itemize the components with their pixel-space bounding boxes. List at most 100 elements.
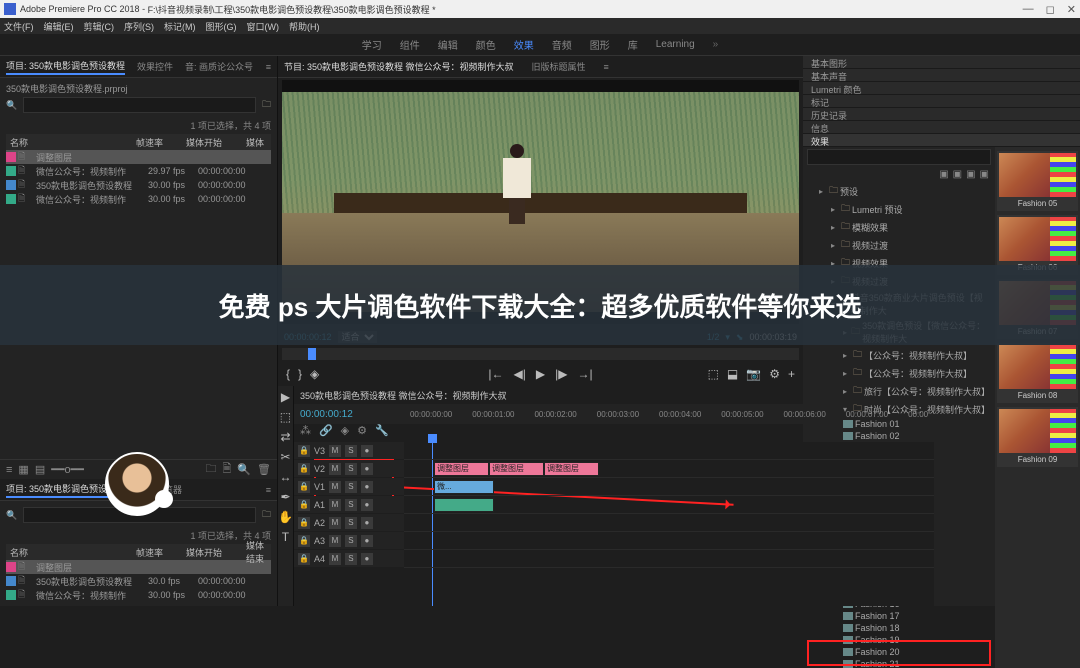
timeline-clip[interactable]: 调整图层 [544,462,599,476]
close-button[interactable]: ✕ [1067,3,1076,16]
marker-icon[interactable]: ◈ [310,367,319,381]
minimize-button[interactable]: — [1023,3,1034,16]
timeline-track[interactable]: 🔒A3MS● [404,532,934,550]
step-back-icon[interactable]: ◀| [514,367,526,381]
column-header[interactable]: 帧速率 [136,136,186,149]
panel-tab[interactable]: 音: 画质论公众号 [185,60,253,73]
workspace-tab[interactable]: 组件 [400,37,420,52]
type-tool-icon[interactable]: T [282,530,289,544]
effect-preset[interactable]: Fashion 17 [807,610,991,622]
column-header[interactable]: 媒体开始 [186,136,246,149]
workspace-tab[interactable]: 音频 [552,37,572,52]
effects-search-input[interactable] [807,149,991,165]
timeline-ruler[interactable]: 00:00:00:0000:00:01:0000:00:02:0000:00:0… [410,410,928,419]
column-header[interactable]: 帧速率 [136,546,186,559]
timeline-track[interactable]: 🔒V2MS●调整图层调整图层调整图层 [404,460,934,478]
timeline-clip[interactable] [434,498,494,512]
column-header[interactable]: 名称 [6,136,136,149]
snap-icon[interactable]: ⁂ [300,424,311,442]
ripple-tool-icon[interactable]: ⇄ [280,430,290,444]
go-to-out-icon[interactable]: →| [577,367,592,381]
panel-menu-icon[interactable]: ≡ [604,62,609,72]
hand-tool-icon[interactable]: ✋ [278,510,293,524]
side-tab[interactable]: 信息 [803,121,1080,134]
workspace-tab[interactable]: Learning [656,39,695,50]
menu-item[interactable]: 序列(S) [124,20,154,33]
search-icon[interactable]: 🔍 [6,510,17,521]
list-view-icon[interactable]: ≡ [6,464,12,476]
panel-tab[interactable]: 项目: 350款电影调色预设教程 [6,59,125,75]
tree-folder[interactable]: ▸🗀模糊效果 [807,218,991,236]
menu-item[interactable]: 标记(M) [164,20,196,33]
side-tab[interactable]: 基本图形 [803,56,1080,69]
column-header[interactable]: 媒体开始 [186,546,246,559]
side-tab[interactable]: 基本声音 [803,69,1080,82]
mark-in-icon[interactable]: { [286,367,290,381]
side-tab[interactable]: 标记 [803,95,1080,108]
side-tab[interactable]: 历史记录 [803,108,1080,121]
project-search-input[interactable] [23,97,256,113]
table-row[interactable]: 🗎350款电影调色预设教程30.00 fps00:00:00:00 [6,178,271,192]
step-fwd-icon[interactable]: |▶ [555,367,567,381]
column-header[interactable]: 媒体 [246,136,271,149]
timeline-track[interactable]: 🔒A4MS● [404,550,934,568]
menu-item[interactable]: 帮助(H) [289,20,320,33]
panel-menu-icon[interactable]: ≡ [266,62,271,72]
more-workspaces-icon[interactable]: » [713,39,719,50]
find-icon[interactable]: 🔍 [237,463,251,476]
side-tab[interactable]: Lumetri 颜色 [803,82,1080,95]
export-frame-icon[interactable]: 📷 [746,367,761,381]
selection-tool-icon[interactable]: ▶ [281,390,290,404]
preset-thumb[interactable]: Fashion 05 [997,151,1078,211]
menu-item[interactable]: 窗口(W) [247,20,280,33]
new-item-icon[interactable]: 🗎 [222,460,231,479]
slip-tool-icon[interactable]: ↔ [279,470,291,484]
table-row[interactable]: 🗎调整图层 [6,560,271,574]
fx-badge-icon[interactable]: ▣ [966,169,975,180]
tree-folder[interactable]: ▸🗀Lumetri 预设 [807,200,991,218]
workspace-tab[interactable]: 学习 [362,37,382,52]
maximize-button[interactable]: ◻ [1046,3,1055,16]
workspace-tab[interactable]: 颜色 [476,37,496,52]
bin-icon[interactable]: 🗀 [262,97,271,113]
tree-folder[interactable]: ▸🗀【公众号：视频制作大叔】 [807,364,991,382]
table-row[interactable]: 🗎微信公众号：视频制作29.97 fps00:00:00:00 [6,164,271,178]
effect-preset[interactable]: Fashion 02 [807,430,991,442]
mark-out-icon[interactable]: } [298,367,302,381]
tree-folder[interactable]: ▸🗀预设 [807,182,991,200]
timeline-timecode[interactable]: 00:00:00:12 [300,409,410,420]
tree-folder[interactable]: ▸🗀【公众号：视频制作大叔】 [807,346,991,364]
marker-icon[interactable]: ◈ [341,424,349,442]
settings-icon[interactable]: ⚙ [769,367,780,381]
workspace-tab[interactable]: 库 [628,37,638,52]
table-row[interactable]: 🗎微信公众号：视频制作30.00 fps00:00:00:00 [6,192,271,206]
freeform-view-icon[interactable]: ▤ [35,463,45,476]
timeline-track[interactable]: 🔒A2MS● [404,514,934,532]
fx-badge-icon[interactable]: ▣ [980,169,989,180]
column-header[interactable]: 媒体结束 [246,539,271,565]
preset-thumb[interactable]: Fashion 08 [997,343,1078,403]
program-scrubber[interactable] [282,348,799,360]
timeline-track[interactable]: 🔒V1MS●微... [404,478,934,496]
timeline-clip[interactable]: 调整图层 [434,462,489,476]
timeline-clip[interactable]: 微... [434,480,494,494]
delete-icon[interactable]: 🗑 [257,463,271,476]
new-bin-icon[interactable]: 🗀 [205,460,216,479]
table-row[interactable]: 🗎调整图层 [6,150,271,164]
add-button-icon[interactable]: + [788,367,795,381]
menu-item[interactable]: 编辑(E) [44,20,74,33]
bin-icon[interactable]: 🗀 [262,507,271,523]
workspace-tab[interactable]: 效果 [514,37,534,52]
side-tab[interactable]: 效果 [803,134,1080,147]
fx-badge-icon[interactable]: ▣ [939,169,948,180]
lift-icon[interactable]: ⬚ [708,367,719,381]
pen-tool-icon[interactable]: ✒ [280,490,290,504]
panel-tab[interactable]: 节目: 350款电影调色预设教程 微信公众号：视频制作大叔 [284,60,514,73]
track-select-tool-icon[interactable]: ⬚ [280,410,291,424]
timeline-track[interactable]: 🔒A1MS● [404,496,934,514]
menu-item[interactable]: 图形(G) [206,20,237,33]
go-to-in-icon[interactable]: |← [488,367,503,381]
search-icon[interactable]: 🔍 [6,100,17,111]
sequence-tab[interactable]: 350款电影调色预设教程 微信公众号：视频制作大叔 [300,389,507,402]
razor-tool-icon[interactable]: ✂ [280,450,290,464]
